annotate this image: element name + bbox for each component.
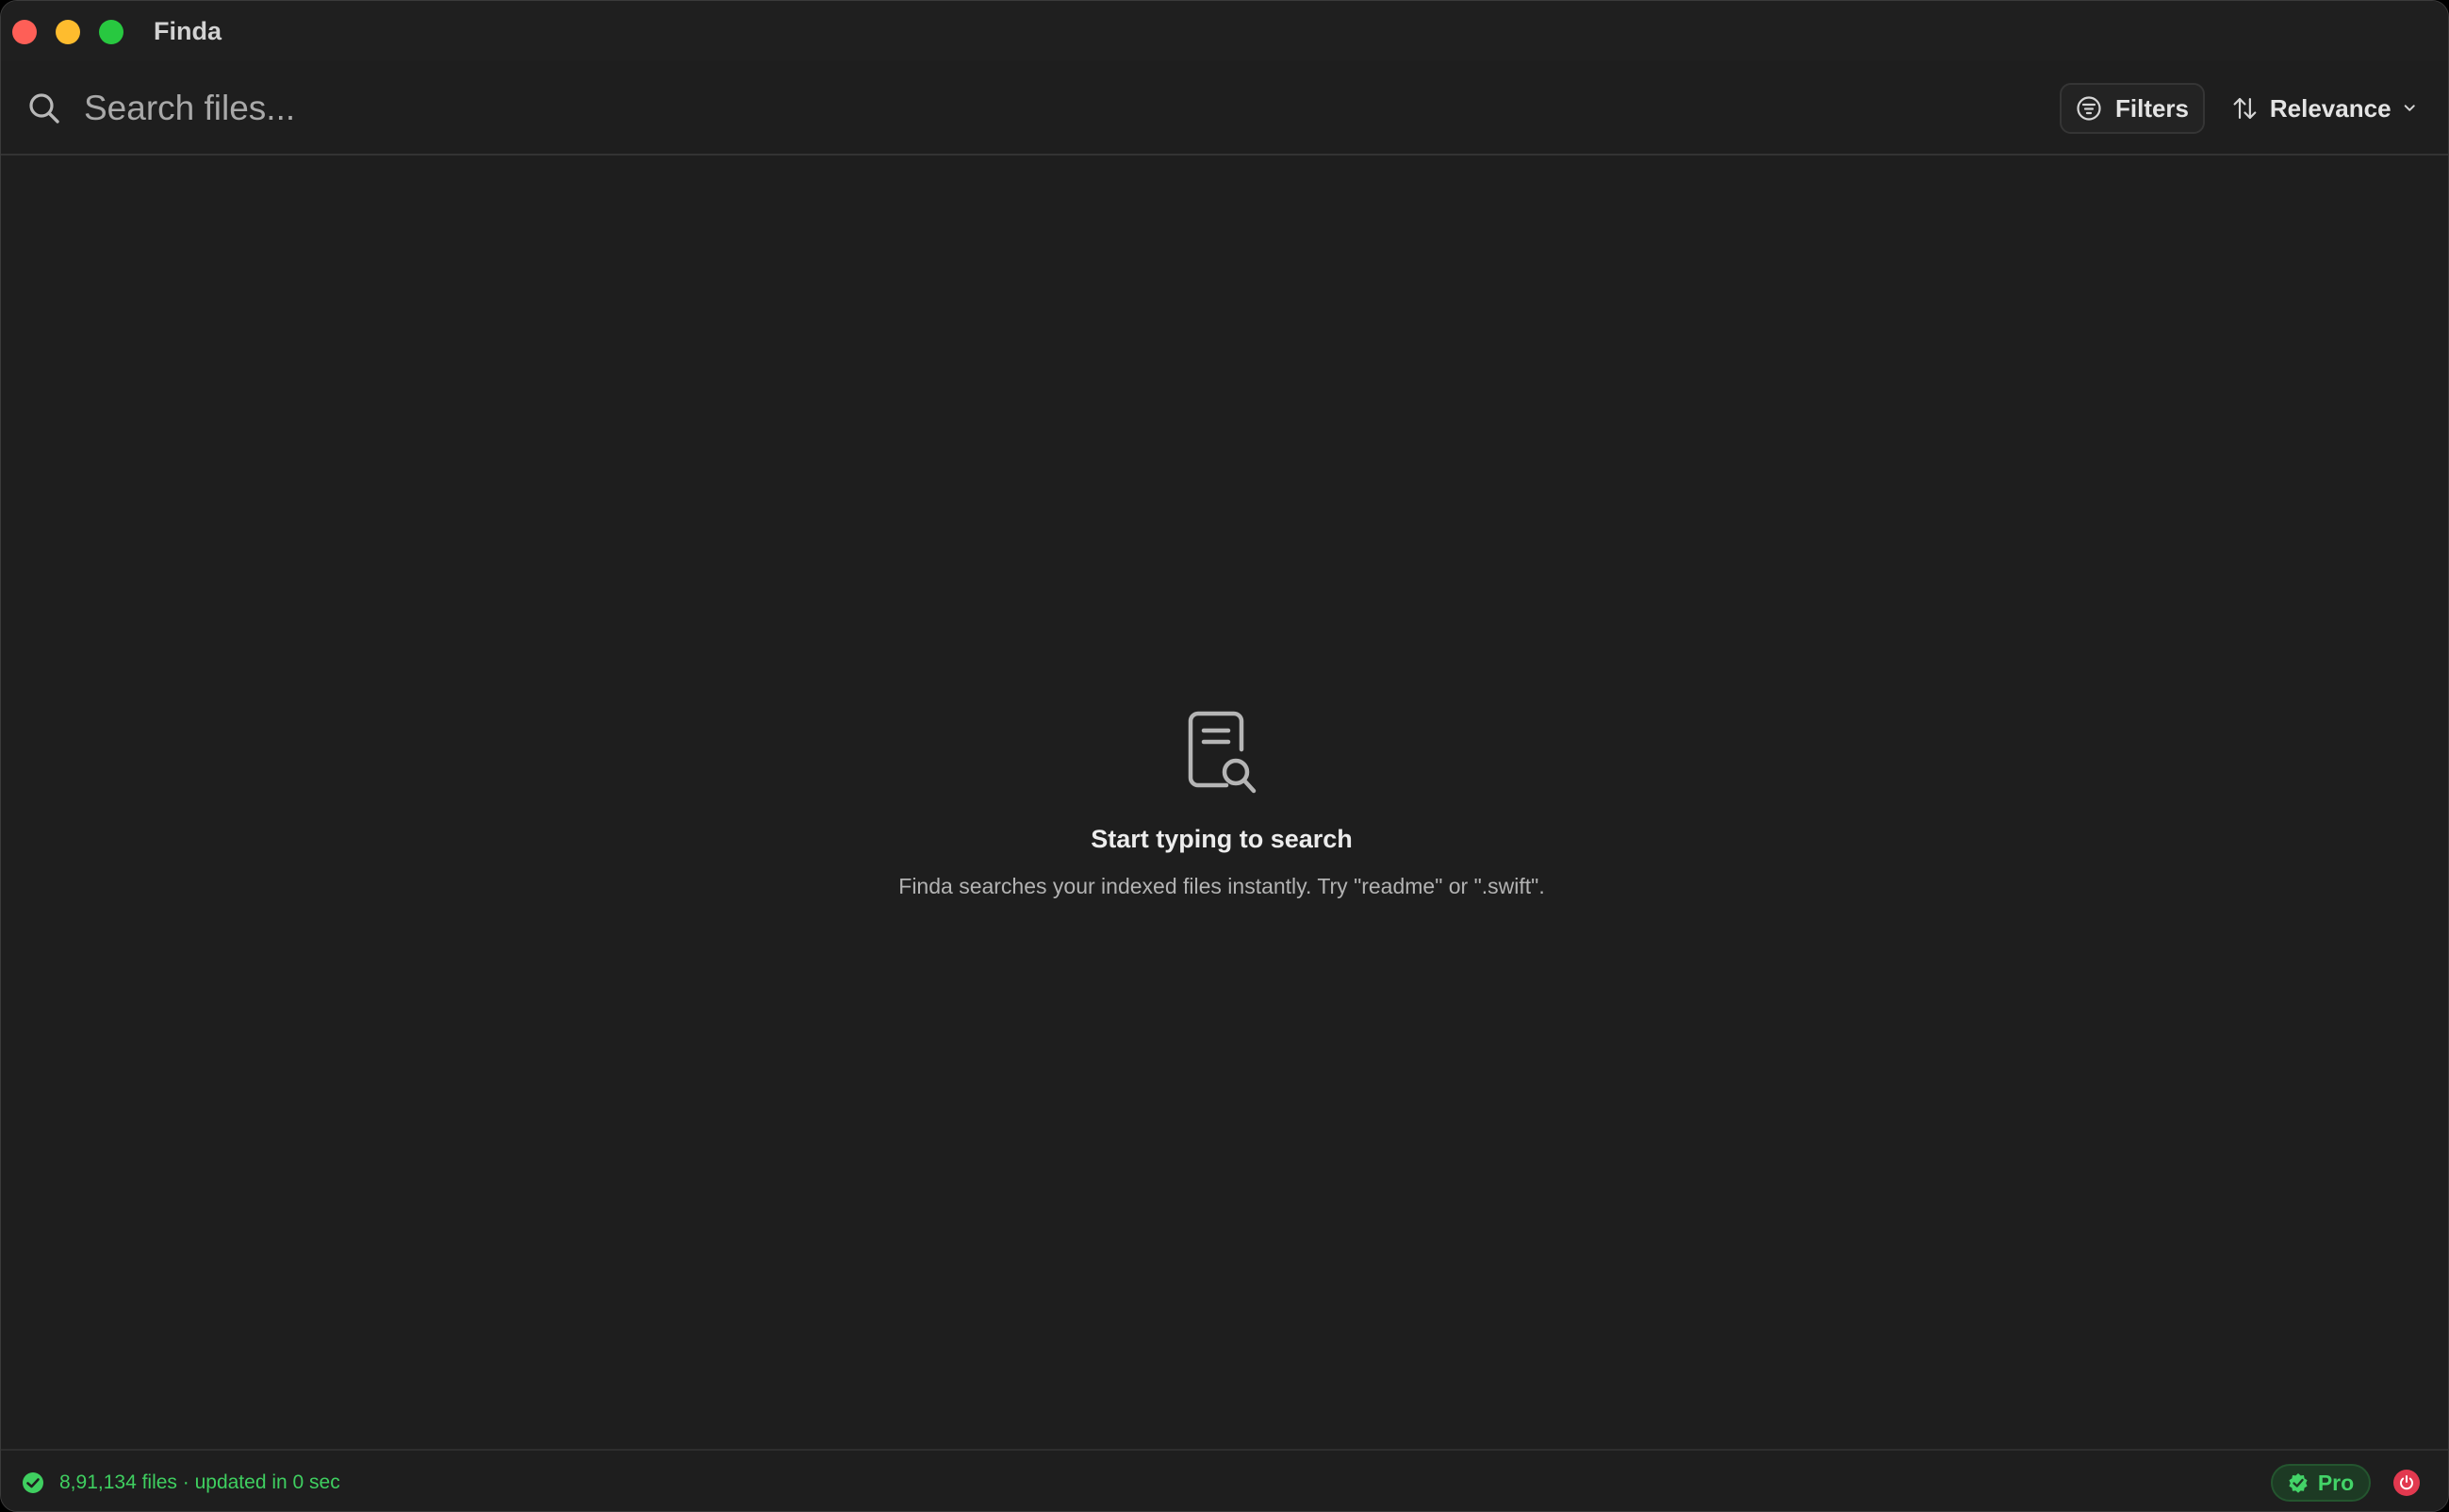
close-window-button[interactable] — [12, 20, 37, 44]
empty-state-title: Start typing to search — [1091, 825, 1353, 853]
minimize-window-button[interactable] — [56, 20, 80, 44]
chevron-down-icon — [2404, 105, 2415, 111]
empty-state: Start typing to search Finda searches yo… — [1, 156, 2448, 1449]
power-icon — [2400, 1475, 2413, 1490]
window-title: Finda — [154, 17, 222, 45]
index-status-text: 8,91,134 files · updated in 0 sec — [59, 1471, 340, 1493]
title-bar[interactable]: Finda — [1, 1, 2448, 61]
search-bar: Filters Relevance — [1, 61, 2448, 156]
filters-button[interactable]: Filters — [2060, 83, 2205, 134]
verified-badge-icon — [2289, 1473, 2308, 1493]
power-button[interactable] — [2393, 1470, 2420, 1496]
empty-state-subtitle: Finda searches your indexed files instan… — [898, 874, 1545, 898]
document-search-icon — [1188, 711, 1257, 794]
sort-dropdown[interactable]: Relevance — [2231, 83, 2416, 134]
check-circle-icon — [23, 1472, 43, 1493]
search-input[interactable] — [84, 80, 1498, 137]
pro-badge-label: Pro — [2317, 1470, 2355, 1495]
maximize-window-button[interactable] — [99, 20, 123, 44]
app-window: Finda Filters Relevance — [0, 0, 2449, 1512]
filters-label: Filters — [2114, 93, 2190, 123]
filter-lines-icon — [2077, 96, 2101, 121]
sort-arrows-icon — [2233, 97, 2257, 120]
search-icon — [29, 93, 59, 123]
pro-badge[interactable]: Pro — [2271, 1464, 2371, 1502]
sort-label: Relevance — [2269, 93, 2391, 123]
status-bar: 8,91,134 files · updated in 0 sec Pro — [1, 1449, 2448, 1511]
